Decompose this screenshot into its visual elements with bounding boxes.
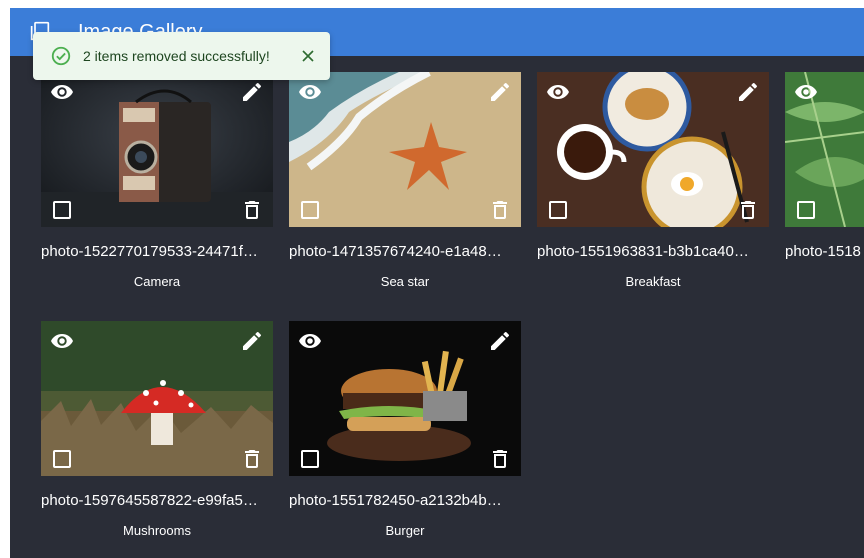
trash-icon[interactable] bbox=[240, 447, 264, 471]
gallery-app: Image Gallery bbox=[10, 8, 864, 558]
trash-icon[interactable] bbox=[488, 447, 512, 471]
photo-filename: photo-1597645587822-e99fa5… bbox=[41, 492, 258, 509]
photo-filename: photo-1551782450-a2132b4b… bbox=[289, 492, 502, 509]
pencil-icon[interactable] bbox=[240, 80, 264, 104]
checkbox-icon[interactable] bbox=[794, 198, 818, 222]
pencil-icon[interactable] bbox=[488, 80, 512, 104]
eye-icon[interactable] bbox=[794, 80, 818, 104]
photo-filename: photo-1522770179533-24471f… bbox=[41, 243, 258, 260]
trash-icon[interactable] bbox=[488, 198, 512, 222]
checkbox-icon[interactable] bbox=[546, 198, 570, 222]
pencil-icon[interactable] bbox=[488, 329, 512, 353]
eye-icon[interactable] bbox=[298, 329, 322, 353]
breakfast-photo bbox=[537, 72, 769, 227]
photo-thumbnail[interactable] bbox=[289, 321, 521, 476]
photo-caption: Camera bbox=[133, 274, 181, 289]
photo-caption: Burger bbox=[385, 523, 425, 538]
photo-caption: Mushrooms bbox=[123, 523, 191, 538]
checkbox-icon[interactable] bbox=[50, 447, 74, 471]
toast-message: 2 items removed successfully! bbox=[83, 48, 270, 64]
checkbox-icon[interactable] bbox=[298, 447, 322, 471]
eye-icon[interactable] bbox=[298, 80, 322, 104]
photo-thumbnail[interactable] bbox=[41, 72, 273, 227]
photo-caption: Sea star bbox=[380, 274, 430, 289]
camera-photo bbox=[41, 72, 273, 227]
checkbox-icon[interactable] bbox=[298, 198, 322, 222]
pencil-icon[interactable] bbox=[240, 329, 264, 353]
pencil-icon[interactable] bbox=[736, 80, 760, 104]
trash-icon[interactable] bbox=[736, 198, 760, 222]
photo-thumbnail[interactable] bbox=[289, 72, 521, 227]
checkbox-icon[interactable] bbox=[50, 198, 74, 222]
trash-icon[interactable] bbox=[240, 198, 264, 222]
eye-icon[interactable] bbox=[50, 80, 74, 104]
photo-filename: photo-1471357674240-e1a48… bbox=[289, 243, 502, 260]
photo-filename: photo-1551963831-b3b1ca40… bbox=[537, 243, 749, 260]
photo-thumbnail[interactable] bbox=[785, 72, 864, 227]
photo-thumbnail[interactable] bbox=[537, 72, 769, 227]
eye-icon[interactable] bbox=[546, 80, 570, 104]
burger-photo bbox=[289, 321, 521, 476]
success-toast: 2 items removed successfully! bbox=[33, 32, 330, 80]
eye-icon[interactable] bbox=[50, 329, 74, 353]
photo-thumbnail[interactable] bbox=[41, 321, 273, 476]
check-circle-icon bbox=[51, 46, 71, 66]
photo-filename: photo-1518 bbox=[785, 243, 861, 260]
close-icon[interactable] bbox=[298, 46, 318, 66]
sea-star-photo bbox=[289, 72, 521, 227]
photo-caption: Breakfast bbox=[625, 274, 681, 289]
mushroom-photo bbox=[41, 321, 273, 476]
